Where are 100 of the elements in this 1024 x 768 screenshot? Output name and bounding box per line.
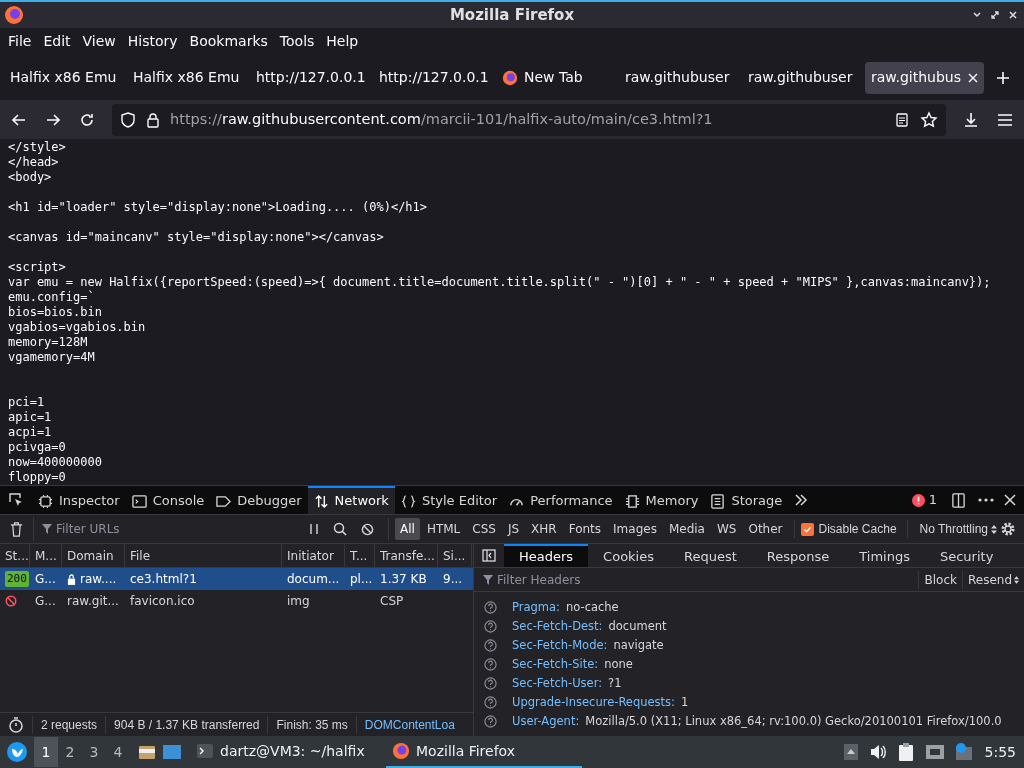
star-icon[interactable]: [920, 110, 938, 129]
clipboard-icon[interactable]: [896, 742, 915, 762]
menu-item[interactable]: History: [121, 31, 184, 52]
request-row[interactable]: G... raw.git... favicon.ico img CSP: [0, 590, 473, 612]
filter-button[interactable]: Images: [608, 518, 662, 540]
menu-item[interactable]: View: [76, 31, 122, 52]
resend-button[interactable]: Resend: [961, 570, 1024, 589]
details-tab[interactable]: Cookies: [588, 544, 669, 567]
filter-button[interactable]: XHR: [526, 518, 562, 540]
filter-button[interactable]: Fonts: [563, 518, 607, 540]
devtools-tab[interactable]: Inspector: [32, 486, 126, 514]
devtools-tab[interactable]: Console: [125, 486, 211, 514]
tray-expand-icon[interactable]: [842, 743, 859, 761]
menu-item[interactable]: Edit: [37, 31, 77, 52]
menu-item[interactable]: Tools: [273, 31, 321, 52]
menu-item[interactable]: Help: [320, 31, 365, 52]
close-icon[interactable]: [1004, 494, 1016, 506]
block-button[interactable]: Block: [918, 570, 962, 589]
throttling-dropdown[interactable]: No Throttling: [906, 520, 998, 538]
lock-icon[interactable]: [146, 111, 160, 128]
workspace-button[interactable]: 2: [58, 737, 82, 767]
dock-icon[interactable]: [951, 492, 966, 508]
column-header[interactable]: T...: [345, 544, 375, 567]
minimize-icon[interactable]: [972, 10, 982, 20]
sidebar-toggle-icon[interactable]: [482, 549, 496, 562]
notification-icon[interactable]: [954, 743, 975, 761]
taskbar-button[interactable]: Mozilla Firefox: [386, 736, 582, 768]
block-icon[interactable]: [361, 522, 374, 536]
menu-item[interactable]: File: [2, 31, 38, 52]
browser-tab[interactable]: Halfix x86 Emu: [4, 61, 123, 94]
column-header[interactable]: Transfe...: [375, 544, 438, 567]
trash-icon[interactable]: [9, 521, 24, 537]
filter-button[interactable]: All: [395, 518, 420, 540]
desktop-icon[interactable]: [162, 743, 182, 761]
details-tab[interactable]: Timings: [844, 544, 925, 567]
help-icon[interactable]: [484, 715, 497, 728]
help-icon[interactable]: [484, 601, 497, 614]
volume-icon[interactable]: [868, 743, 887, 761]
address-bar[interactable]: https://raw.githubusercontent.com/marcii-101/halfix-auto/main/ce3.html?1: [112, 103, 946, 136]
filter-button[interactable]: Media: [663, 518, 710, 540]
disable-cache-label: Disable Cache: [818, 521, 897, 538]
workspace-button[interactable]: 3: [82, 737, 106, 767]
browser-tab[interactable]: Halfix x86 Emu: [127, 61, 246, 94]
taskbar-button[interactable]: dartz@VM3: ~/halfix: [190, 736, 386, 768]
filter-headers-field[interactable]: Filter Headers: [497, 570, 797, 589]
filter-button[interactable]: CSS: [467, 518, 501, 540]
request-row[interactable]: 200 G... raw.... ce3.html?1 docum... pl... 1.37 KB 9...: [0, 568, 473, 590]
details-tab[interactable]: Request: [669, 544, 752, 567]
timer-icon[interactable]: [8, 716, 24, 733]
maximize-icon[interactable]: [990, 10, 1000, 20]
column-header[interactable]: St...: [0, 544, 30, 567]
devtools-tab[interactable]: Style Editor: [394, 486, 504, 514]
browser-tab[interactable]: raw.githubuser: [742, 61, 861, 94]
settings-icon[interactable]: [1000, 521, 1016, 537]
column-header[interactable]: File: [125, 544, 282, 567]
devtools-tab[interactable]: Performance: [503, 486, 619, 514]
help-icon[interactable]: [484, 639, 497, 652]
search-icon[interactable]: [333, 522, 347, 536]
network-icon[interactable]: [924, 743, 945, 761]
filter-button[interactable]: JS: [502, 518, 525, 540]
browser-tab[interactable]: http://127.0.0.1: [250, 61, 369, 94]
reader-view-icon[interactable]: [894, 111, 910, 128]
details-tab[interactable]: Security: [924, 544, 1009, 567]
browser-tab[interactable]: raw.githubus: [865, 61, 984, 94]
workspace-button[interactable]: 1: [34, 737, 58, 767]
details-tab[interactable]: Headers: [504, 544, 589, 567]
download-icon[interactable]: [962, 110, 980, 129]
app-launcher-icon[interactable]: [6, 741, 28, 763]
filter-urls-field[interactable]: Filter URLs: [56, 520, 276, 538]
browser-tab[interactable]: New Tab: [496, 61, 615, 94]
filter-button[interactable]: HTML: [421, 518, 466, 540]
workspace-button[interactable]: 4: [106, 737, 130, 767]
column-header[interactable]: Domain: [62, 544, 125, 567]
details-tab[interactable]: Response: [751, 544, 845, 567]
devtools-tab[interactable]: Memory: [618, 486, 705, 514]
help-icon[interactable]: [484, 620, 497, 633]
pause-icon[interactable]: [309, 523, 319, 535]
column-header[interactable]: M...: [30, 544, 62, 567]
element-picker-icon[interactable]: [8, 492, 24, 508]
help-icon[interactable]: [484, 658, 497, 671]
new-tab-icon[interactable]: [996, 70, 1010, 85]
column-header[interactable]: Si...: [438, 544, 472, 567]
overflow-icon[interactable]: [794, 493, 809, 507]
filter-button[interactable]: Other: [743, 518, 788, 540]
browser-tab[interactable]: raw.githubuser: [619, 61, 738, 94]
help-icon[interactable]: [484, 696, 497, 709]
disable-cache-checkbox[interactable]: [800, 522, 814, 536]
filter-button[interactable]: WS: [711, 518, 742, 540]
devtools-tab[interactable]: Storage: [704, 486, 789, 514]
devtools-tab[interactable]: Debugger: [210, 486, 308, 514]
folder-icon[interactable]: [138, 743, 156, 761]
menu-item[interactable]: Bookmarks: [183, 31, 274, 52]
browser-tab[interactable]: http://127.0.0.1: [373, 61, 492, 94]
more-icon[interactable]: [978, 498, 994, 502]
error-icon[interactable]: [911, 493, 925, 507]
help-icon[interactable]: [484, 677, 497, 690]
column-header[interactable]: Initiator: [282, 544, 345, 567]
shield-icon[interactable]: [120, 111, 136, 128]
close-icon[interactable]: [1008, 10, 1018, 20]
devtools-tab[interactable]: Network: [307, 486, 395, 514]
